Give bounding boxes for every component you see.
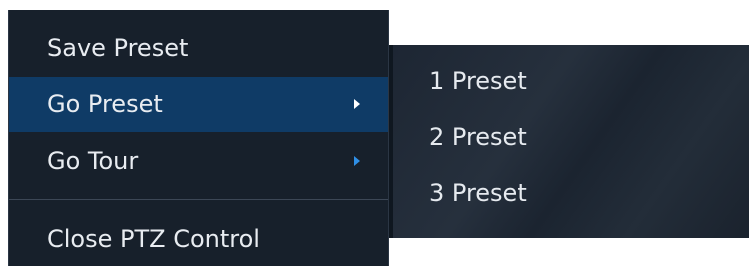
menu-item-close-ptz-control[interactable]: Close PTZ Control bbox=[9, 212, 388, 267]
menu-item-go-tour[interactable]: Go Tour bbox=[9, 134, 388, 189]
menu-item-save-preset[interactable]: Save Preset bbox=[9, 21, 388, 76]
submenu-item-label: 1 Preset bbox=[429, 67, 527, 95]
submenu-item-label: 2 Preset bbox=[429, 123, 527, 151]
preset-submenu: 1 Preset 2 Preset 3 Preset bbox=[389, 45, 749, 238]
menu-item-label: Go Preset bbox=[47, 90, 163, 118]
submenu-item-preset-3[interactable]: 3 Preset bbox=[393, 168, 749, 218]
menu-item-label: Go Tour bbox=[47, 147, 139, 175]
submenu-item-preset-1[interactable]: 1 Preset bbox=[393, 56, 749, 106]
submenu-item-label: 3 Preset bbox=[429, 179, 527, 207]
chevron-right-icon bbox=[354, 156, 360, 166]
context-menu: Save Preset Go Preset Go Tour Close PTZ … bbox=[8, 10, 389, 266]
menu-divider bbox=[9, 199, 388, 200]
chevron-right-icon bbox=[354, 99, 360, 109]
submenu-item-preset-2[interactable]: 2 Preset bbox=[393, 112, 749, 162]
menu-item-go-preset[interactable]: Go Preset bbox=[9, 77, 388, 132]
menu-item-label: Close PTZ Control bbox=[47, 225, 260, 253]
menu-item-label: Save Preset bbox=[47, 34, 189, 62]
